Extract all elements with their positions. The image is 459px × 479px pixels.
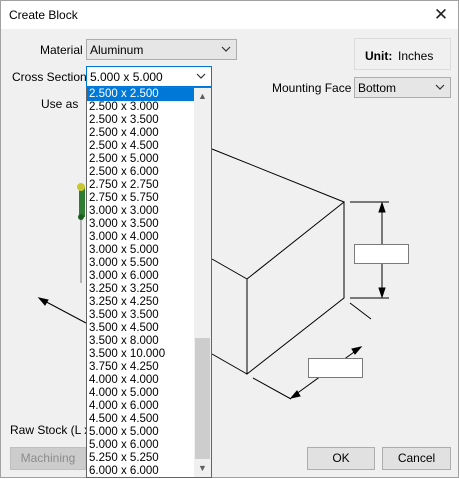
block-front-face bbox=[246, 200, 345, 376]
cross-section-option[interactable]: 3.500 x 10.000 bbox=[87, 348, 195, 361]
cross-section-option[interactable]: 3.250 x 4.250 bbox=[87, 296, 195, 309]
cross-section-dropdown-list[interactable]: 2.500 x 2.500 2.500 x 3.000 2.500 x 3.500 2… bbox=[86, 87, 212, 478]
ok-button[interactable]: OK bbox=[307, 447, 375, 470]
raw-stock-label: Raw Stock (L x bbox=[10, 423, 91, 437]
machining-button[interactable]: Machining bbox=[10, 447, 86, 470]
cross-section-option[interactable]: 4.000 x 6.000 bbox=[87, 400, 195, 413]
scroll-up-arrow-icon[interactable]: ▲ bbox=[194, 88, 211, 105]
cross-section-option[interactable]: 3.000 x 4.000 bbox=[87, 231, 195, 244]
cross-section-option[interactable]: 3.500 x 3.500 bbox=[87, 309, 195, 322]
cross-section-option[interactable]: 5.250 x 5.250 bbox=[87, 452, 195, 465]
cross-section-option[interactable]: 3.000 x 3.000 bbox=[87, 205, 195, 218]
cross-section-option[interactable]: 3.000 x 5.000 bbox=[87, 244, 195, 257]
cross-section-option[interactable]: 4.000 x 4.000 bbox=[87, 374, 195, 387]
cross-section-option[interactable]: 2.500 x 6.000 bbox=[87, 166, 195, 179]
cross-section-option[interactable]: 3.500 x 4.500 bbox=[87, 322, 195, 335]
cross-section-option[interactable]: 2.750 x 2.750 bbox=[87, 179, 195, 192]
cross-section-option[interactable]: 4.500 x 4.500 bbox=[87, 413, 195, 426]
width-dimension-field[interactable] bbox=[308, 358, 363, 378]
cross-section-option[interactable]: 2.500 x 4.000 bbox=[87, 127, 195, 140]
cross-section-option[interactable]: 3.000 x 5.500 bbox=[87, 257, 195, 270]
scroll-down-arrow-icon[interactable]: ▼ bbox=[194, 460, 211, 477]
block-diagram bbox=[37, 148, 389, 400]
cross-section-option[interactable]: 6.000 x 6.000 bbox=[87, 465, 195, 477]
cross-section-option[interactable]: 5.000 x 5.000 bbox=[87, 426, 195, 439]
cancel-button[interactable]: Cancel bbox=[382, 447, 451, 470]
cross-section-option[interactable]: 3.250 x 3.250 bbox=[87, 283, 195, 296]
cross-section-option[interactable]: 2.500 x 5.000 bbox=[87, 153, 195, 166]
scroll-thumb[interactable] bbox=[195, 338, 210, 459]
cross-section-option[interactable]: 3.000 x 3.500 bbox=[87, 218, 195, 231]
cross-section-option[interactable]: 3.500 x 8.000 bbox=[87, 335, 195, 348]
cross-section-option[interactable]: 2.500 x 3.500 bbox=[87, 114, 195, 127]
dropdown-scrollbar[interactable]: ▲ ▼ bbox=[194, 88, 211, 477]
cross-section-option[interactable]: 5.000 x 6.000 bbox=[87, 439, 195, 452]
cross-section-option[interactable]: 3.750 x 4.250 bbox=[87, 361, 195, 374]
cross-section-option[interactable]: 2.500 x 2.500 bbox=[87, 88, 195, 101]
cross-section-option[interactable]: 2.500 x 4.500 bbox=[87, 140, 195, 153]
block-bottom-edge bbox=[211, 353, 248, 375]
cross-section-option[interactable]: 3.000 x 6.000 bbox=[87, 270, 195, 283]
height-dimension-field[interactable] bbox=[354, 244, 409, 264]
cross-section-option[interactable]: 2.750 x 5.750 bbox=[87, 192, 195, 205]
cross-section-option[interactable]: 2.500 x 3.000 bbox=[87, 101, 195, 114]
block-top-back-edge bbox=[211, 148, 345, 203]
cross-section-option[interactable]: 4.000 x 5.000 bbox=[87, 387, 195, 400]
cross-section-options: 2.500 x 2.500 2.500 x 3.000 2.500 x 3.500 2… bbox=[87, 88, 195, 477]
block-top-edge bbox=[211, 258, 248, 280]
create-block-dialog: Create Block ✕ Material Aluminum Cross S… bbox=[0, 0, 459, 478]
